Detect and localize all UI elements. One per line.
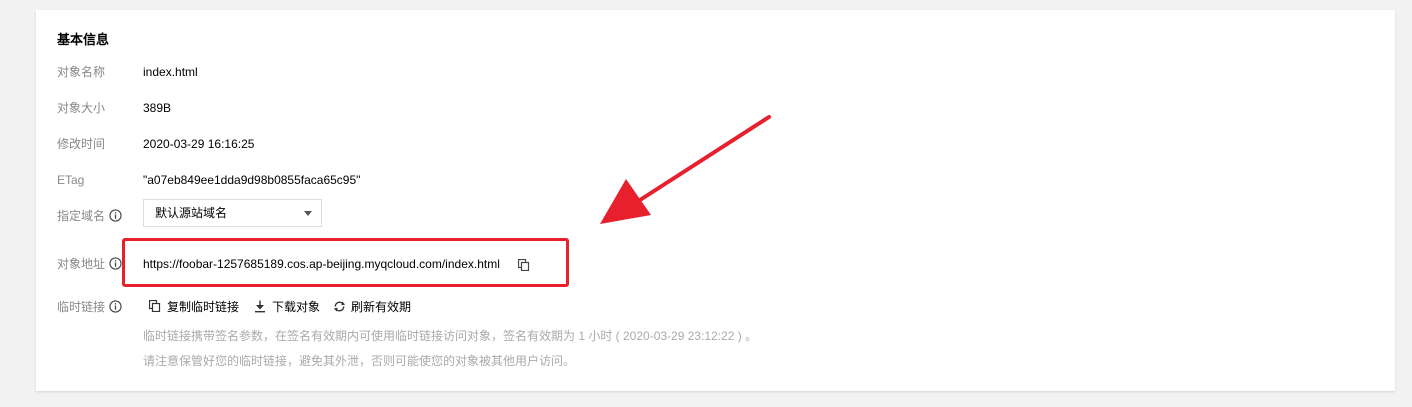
basic-info-card: 基本信息 对象名称 index.html 对象大小 389B 修改时间 2020… <box>36 10 1395 391</box>
temp-link-warning-note: 请注意保管好您的临时链接，避免其外泄，否则可能使您的对象被其他用户访问。 <box>143 354 576 368</box>
object-name-label: 对象名称 <box>57 65 106 79</box>
temp-link-note: 临时链接携带签名参数，在签名有效期内可使用临时链接访问对象，签名有效期为 1 小… <box>143 329 758 343</box>
temp-link-label: 临时链接 <box>57 300 106 314</box>
copy-temp-link-button[interactable]: 复制临时链接 <box>149 297 249 317</box>
etag-value: "a07eb849ee1dda9d98b0855faca65c95" <box>143 173 361 187</box>
annotation-highlight-box <box>122 238 569 287</box>
temp-link-row: 临时链接 复制临时链接 下载对象 刷新有效期 <box>57 297 477 317</box>
info-icon[interactable] <box>109 300 122 313</box>
refresh-icon <box>333 301 346 312</box>
domain-label: 指定域名 <box>57 209 106 223</box>
domain-select[interactable]: 默认源站域名 <box>143 199 322 227</box>
download-icon <box>255 300 265 313</box>
object-size-label: 对象大小 <box>57 101 106 115</box>
object-url-label: 对象地址 <box>57 257 106 271</box>
modified-time-label: 修改时间 <box>57 137 106 151</box>
object-size-value: 389B <box>143 101 172 115</box>
refresh-validity-label: 刷新有效期 <box>351 300 412 314</box>
etag-label: ETag <box>57 173 85 187</box>
refresh-validity-button[interactable]: 刷新有效期 <box>333 297 423 317</box>
chevron-down-icon <box>304 211 312 216</box>
modified-time-value: 2020-03-29 16:16:25 <box>143 137 255 151</box>
section-title: 基本信息 <box>57 32 110 47</box>
copy-temp-link-label: 复制临时链接 <box>167 300 240 314</box>
copy-icon <box>149 300 161 312</box>
object-name-value: index.html <box>143 65 198 79</box>
domain-row: 指定域名 默认源站域名 <box>57 199 357 227</box>
domain-select-value: 默认源站域名 <box>155 206 228 220</box>
download-object-button[interactable]: 下载对象 <box>254 297 324 317</box>
info-icon[interactable] <box>109 209 122 222</box>
download-object-label: 下载对象 <box>272 300 321 314</box>
info-icon[interactable] <box>109 257 122 270</box>
